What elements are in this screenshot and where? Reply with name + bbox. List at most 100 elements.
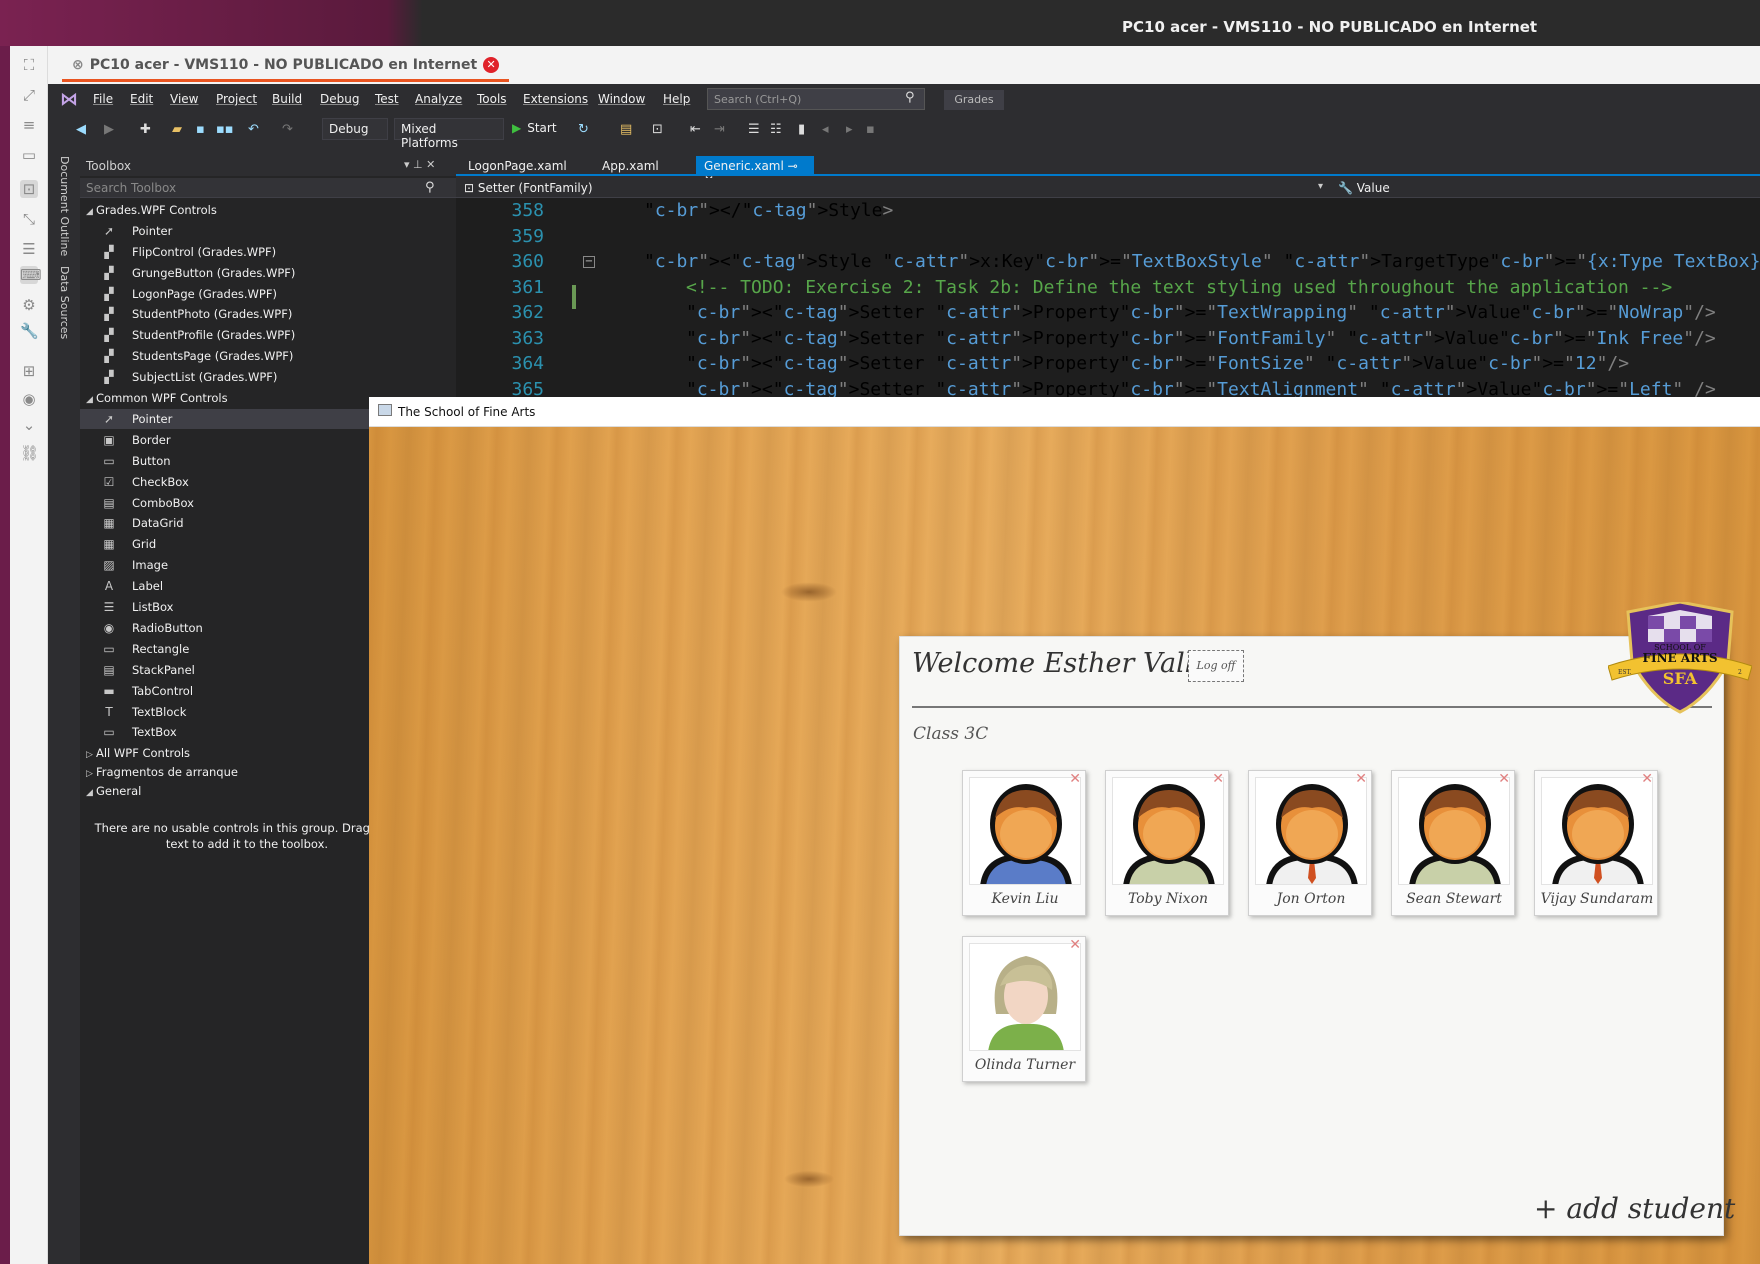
- select-icon[interactable]: ⊡: [20, 180, 38, 198]
- menu-tools[interactable]: Tools: [477, 92, 507, 106]
- screenshot-tool-icon[interactable]: ⊡: [652, 122, 663, 137]
- student-card[interactable]: ✕ Sean Stewart: [1391, 770, 1515, 916]
- wrench-icon[interactable]: 🔧: [20, 322, 39, 340]
- remove-student-icon[interactable]: ✕: [1212, 771, 1224, 787]
- student-card[interactable]: ✕ Toby Nixon: [1105, 770, 1229, 916]
- window-icon[interactable]: ▭: [20, 146, 38, 164]
- undo-icon[interactable]: ↶: [248, 122, 259, 137]
- menu-edit[interactable]: Edit: [130, 92, 153, 106]
- document-outline-tab[interactable]: Document Outline: [58, 156, 71, 256]
- redo-icon[interactable]: ↷: [282, 122, 293, 137]
- code-line[interactable]: "c-br"><"c-tag">Setter "c-attr">Property…: [686, 302, 1716, 323]
- remove-student-icon[interactable]: ✕: [1498, 771, 1510, 787]
- refresh-icon[interactable]: ↻: [578, 122, 589, 137]
- toolbox-group[interactable]: ◢ Grades.WPF Controls: [80, 200, 456, 220]
- back-icon[interactable]: ◀: [76, 122, 86, 137]
- tab-app-xaml[interactable]: App.xaml: [594, 156, 667, 176]
- textblock-icon: T: [105, 705, 113, 719]
- outdent-icon[interactable]: ⇥: [714, 122, 725, 137]
- chevron-down-icon[interactable]: ⌄: [20, 416, 38, 434]
- collapse-icon[interactable]: −: [583, 256, 595, 268]
- chevron-down-icon[interactable]: ▾: [1318, 181, 1323, 192]
- toolbox-item[interactable]: ▞ StudentProfile (Grades.WPF): [80, 325, 456, 345]
- client-tab[interactable]: ⊗ PC10 acer - VMS110 - NO PUBLICADO en I…: [62, 50, 510, 82]
- code-line[interactable]: "c-br"><"c-tag">Setter "c-attr">Property…: [686, 353, 1629, 374]
- menu-build[interactable]: Build: [272, 92, 302, 106]
- log-off-button[interactable]: Log off: [1188, 650, 1244, 682]
- menu-analyze[interactable]: Analyze: [415, 92, 462, 106]
- link-icon[interactable]: ⛓: [20, 444, 39, 462]
- menu-view[interactable]: View: [170, 92, 198, 106]
- add-student-button[interactable]: + add student: [1534, 1192, 1735, 1225]
- toolbox-item[interactable]: ▞ LogonPage (Grades.WPF): [80, 284, 456, 304]
- pin-icon[interactable]: ▾ ⊥ ✕: [404, 158, 435, 171]
- toolbox-item[interactable]: ▞ SubjectList (Grades.WPF): [80, 367, 456, 387]
- vm-icon: ⊗: [72, 56, 84, 73]
- solution-name-badge[interactable]: Grades: [944, 90, 1004, 110]
- student-card[interactable]: ✕ Vijay Sundaram: [1534, 770, 1658, 916]
- menu-help[interactable]: Help: [663, 92, 690, 106]
- camera-icon[interactable]: ◉: [20, 390, 38, 408]
- toolbox-item[interactable]: ➚ Pointer: [80, 221, 456, 241]
- menu-debug[interactable]: Debug: [320, 92, 359, 106]
- student-card[interactable]: ✕ Jon Orton: [1248, 770, 1372, 916]
- code-line[interactable]: "c-br"><"c-tag">Setter "c-attr">Property…: [686, 328, 1716, 349]
- forward-icon[interactable]: ▶: [104, 122, 114, 137]
- start-button[interactable]: ▶ Start: [512, 121, 557, 135]
- keyboard-icon[interactable]: ⌨: [20, 266, 42, 284]
- menu-project[interactable]: Project: [216, 92, 257, 106]
- student-card[interactable]: ✕ Olinda Turner: [962, 936, 1086, 1082]
- member-dropdown[interactable]: ⊡ Setter (FontFamily): [464, 181, 593, 195]
- resize-icon[interactable]: ⤡: [20, 210, 38, 228]
- toolbox-search-input[interactable]: Search Toolbox: [80, 178, 456, 198]
- fullscreen-icon[interactable]: ⤢: [20, 86, 38, 104]
- search-icon[interactable]: ⚲: [425, 180, 435, 195]
- next-bookmark-icon[interactable]: ▸: [846, 122, 853, 137]
- app-window-title: The School of Fine Arts: [398, 405, 536, 419]
- new-project-icon[interactable]: ✚: [140, 122, 151, 137]
- platform-select[interactable]: Mixed Platforms: [394, 118, 504, 150]
- close-icon[interactable]: ✕: [483, 56, 500, 73]
- tab-logonpage[interactable]: LogonPage.xaml: [460, 156, 575, 176]
- search-icon[interactable]: ⚲: [905, 90, 915, 105]
- screenshot-icon[interactable]: ⛶: [20, 56, 38, 74]
- bookmark-icon[interactable]: ▮: [798, 122, 805, 137]
- menu-icon[interactable]: ≡: [20, 116, 38, 134]
- step-icon[interactable]: ⇤: [690, 122, 701, 137]
- settings-icon[interactable]: ⚙: [20, 296, 38, 314]
- menu-test[interactable]: Test: [375, 92, 399, 106]
- remove-student-icon[interactable]: ✕: [1069, 937, 1081, 953]
- remove-student-icon[interactable]: ✕: [1355, 771, 1367, 787]
- toolbox-item[interactable]: ▞ FlipControl (Grades.WPF): [80, 242, 456, 262]
- property-dropdown[interactable]: 🔧 Value: [1338, 181, 1390, 195]
- toolbox-item-label: ListBox: [132, 600, 174, 614]
- uncomment-icon[interactable]: ☷: [770, 122, 782, 137]
- code-line[interactable]: "c-br"><"c-tag">Style "c-attr">x:Key"c-b…: [644, 251, 1760, 272]
- list-icon[interactable]: ☰: [20, 240, 38, 258]
- pin-icon[interactable]: ⊸: [788, 159, 798, 173]
- clear-bookmarks-icon[interactable]: ▪: [866, 122, 875, 137]
- tab-generic-xaml[interactable]: Generic.xaml ⊸ ✕: [696, 156, 814, 187]
- configuration-select[interactable]: Debug: [322, 118, 388, 140]
- data-sources-tab[interactable]: Data Sources: [58, 266, 71, 339]
- add-window-icon[interactable]: ⊞: [20, 362, 38, 380]
- toolbox-item[interactable]: ▞ GrungeButton (Grades.WPF): [80, 263, 456, 283]
- remove-student-icon[interactable]: ✕: [1069, 771, 1081, 787]
- menu-file[interactable]: File: [93, 92, 113, 106]
- code-line[interactable]: <!-- TODO: Exercise 2: Task 2b: Define t…: [686, 277, 1672, 298]
- menu-extensions[interactable]: Extensions: [523, 92, 588, 106]
- find-in-files-icon[interactable]: ▤: [620, 122, 632, 137]
- student-card[interactable]: ✕ Kevin Liu: [962, 770, 1086, 916]
- code-line[interactable]: "c-br"></"c-tag">Style>: [644, 200, 893, 221]
- toolbox-item-label: RadioButton: [132, 621, 203, 635]
- toolbox-item[interactable]: ▞ StudentPhoto (Grades.WPF): [80, 304, 456, 324]
- comment-icon[interactable]: ☰: [748, 122, 760, 137]
- save-icon[interactable]: ▪: [196, 122, 205, 137]
- quick-launch-search[interactable]: Search (Ctrl+Q): [707, 88, 925, 110]
- toolbox-item[interactable]: ▞ StudentsPage (Grades.WPF): [80, 346, 456, 366]
- prev-bookmark-icon[interactable]: ◂: [822, 122, 829, 137]
- remove-student-icon[interactable]: ✕: [1641, 771, 1653, 787]
- open-folder-icon[interactable]: ▰: [172, 122, 182, 137]
- menu-window[interactable]: Window: [598, 92, 645, 106]
- save-all-icon[interactable]: ▪▪: [216, 122, 234, 137]
